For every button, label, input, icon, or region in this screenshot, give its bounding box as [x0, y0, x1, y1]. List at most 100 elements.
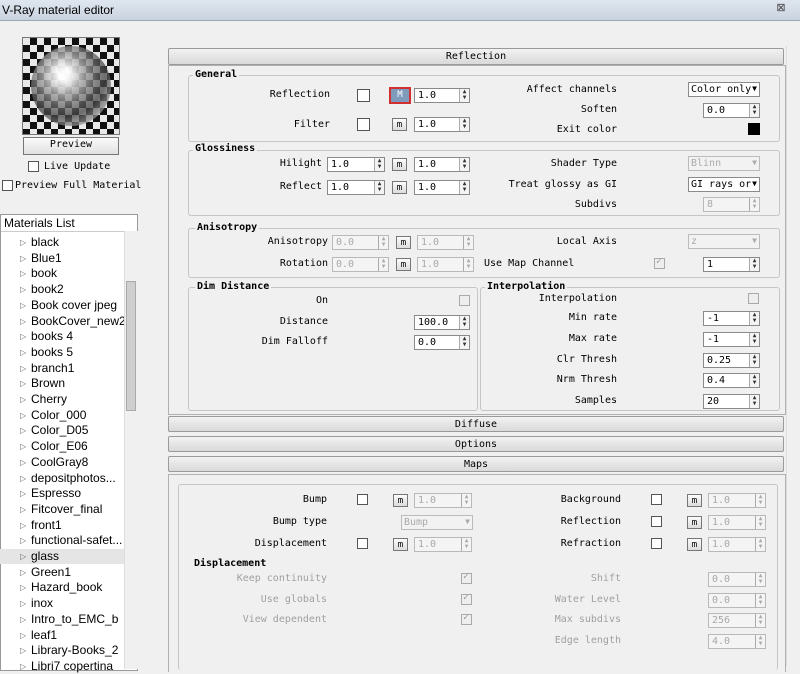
affect-channels-dropdown[interactable]: Color only ▼ [688, 82, 760, 97]
clr-thresh-spinner[interactable]: 0.25 ▲ ▼ [703, 353, 760, 368]
spinner-arrows-icon[interactable]: ▲ ▼ [755, 494, 765, 507]
spinner-arrows-icon[interactable]: ▲ ▼ [755, 538, 765, 551]
expand-arrow-icon[interactable]: ▷ [20, 502, 26, 517]
anisotropy-map-spinner[interactable]: 1.0 ▲ ▼ [417, 235, 474, 250]
expand-arrow-icon[interactable]: ▷ [20, 408, 26, 423]
treat-glossy-dropdown[interactable]: GI rays or ▼ [688, 177, 760, 192]
hilight-map-button[interactable]: m [392, 158, 407, 171]
background-map-button[interactable]: m [687, 494, 702, 507]
expand-arrow-icon[interactable]: ▷ [20, 643, 26, 658]
spinner-arrows-icon[interactable]: ▲ ▼ [463, 236, 473, 249]
bump-map-button[interactable]: m [393, 494, 408, 507]
expand-arrow-icon[interactable]: ▷ [20, 235, 26, 250]
spinner-arrows-icon[interactable]: ▲ ▼ [461, 538, 471, 551]
anisotropy-spinner[interactable]: 0.0 ▲ ▼ [332, 235, 389, 250]
expand-arrow-icon[interactable]: ▷ [20, 423, 26, 438]
spinner-arrows-icon[interactable]: ▲ ▼ [749, 374, 759, 387]
expand-arrow-icon[interactable]: ▷ [20, 533, 26, 548]
expand-arrow-icon[interactable]: ▷ [20, 580, 26, 595]
spinner-arrows-icon[interactable]: ▲ ▼ [378, 258, 388, 271]
filter-checkbox[interactable] [357, 118, 370, 131]
rotation-map-spinner[interactable]: 1.0 ▲ ▼ [417, 257, 474, 272]
min-rate-spinner[interactable]: -1 ▲ ▼ [703, 311, 760, 326]
expand-arrow-icon[interactable]: ▷ [20, 439, 26, 454]
preview-button[interactable]: Preview [23, 137, 119, 155]
map-channel-spinner[interactable]: 1 ▲ ▼ [703, 257, 760, 272]
nrm-thresh-spinner[interactable]: 0.4 ▲ ▼ [703, 373, 760, 388]
expand-arrow-icon[interactable]: ▷ [20, 628, 26, 643]
expand-arrow-icon[interactable]: ▷ [20, 329, 26, 344]
displacement-spinner[interactable]: 1.0 ▲ ▼ [414, 537, 472, 552]
refraction-map-checkbox[interactable] [651, 538, 662, 549]
editor-scrollbar[interactable] [786, 46, 800, 666]
expand-arrow-icon[interactable]: ▷ [20, 392, 26, 407]
expand-arrow-icon[interactable]: ▷ [20, 298, 26, 313]
samples-spinner[interactable]: 20 ▲ ▼ [703, 394, 760, 409]
view-dependent-checkbox[interactable] [461, 612, 472, 625]
refraction-map-button[interactable]: m [687, 538, 702, 551]
water-level-spinner[interactable]: 0.0 ▲ ▼ [708, 593, 766, 608]
spinner-arrows-icon[interactable]: ▲ ▼ [749, 333, 759, 346]
spinner-arrows-icon[interactable]: ▲ ▼ [459, 336, 469, 349]
spinner-arrows-icon[interactable]: ▲ ▼ [459, 316, 469, 329]
bump-spinner[interactable]: 1.0 ▲ ▼ [414, 493, 472, 508]
scrollbar-thumb[interactable] [126, 281, 136, 411]
material-list-item[interactable]: ▷ glass [0, 549, 124, 564]
expand-arrow-icon[interactable]: ▷ [20, 565, 26, 580]
filter-map-button[interactable]: m [392, 118, 407, 131]
local-axis-dropdown[interactable]: z ▼ [688, 234, 760, 249]
spinner-arrows-icon[interactable]: ▲ ▼ [755, 573, 765, 586]
expand-arrow-icon[interactable]: ▷ [20, 612, 26, 627]
expand-arrow-icon[interactable]: ▷ [20, 376, 26, 391]
spinner-arrows-icon[interactable]: ▲ ▼ [755, 614, 765, 627]
spinner-arrows-icon[interactable]: ▲ ▼ [755, 594, 765, 607]
spinner-arrows-icon[interactable]: ▲ ▼ [459, 158, 469, 171]
rollout-diffuse[interactable]: Diffuse [168, 416, 784, 432]
spinner-arrows-icon[interactable]: ▲ ▼ [461, 494, 471, 507]
hilight-spinner[interactable]: 1.0 ▲ ▼ [327, 157, 385, 172]
displacement-checkbox[interactable] [357, 538, 368, 549]
rollout-maps[interactable]: Maps [168, 456, 784, 472]
edge-length-spinner[interactable]: 4.0 ▲ ▼ [708, 634, 766, 649]
expand-arrow-icon[interactable]: ▷ [20, 314, 26, 329]
spinner-arrows-icon[interactable]: ▲ ▼ [374, 158, 384, 171]
expand-arrow-icon[interactable]: ▷ [20, 659, 26, 674]
reflection-map-button[interactable]: M [389, 87, 411, 104]
expand-arrow-icon[interactable]: ▷ [20, 549, 26, 564]
expand-arrow-icon[interactable]: ▷ [20, 266, 26, 281]
background-spinner[interactable]: 1.0 ▲ ▼ [708, 493, 766, 508]
live-update-checkbox[interactable] [28, 161, 39, 172]
spinner-arrows-icon[interactable]: ▲ ▼ [755, 516, 765, 529]
rollout-reflection[interactable]: Reflection [168, 48, 784, 65]
spinner-arrows-icon[interactable]: ▲ ▼ [749, 198, 759, 211]
shift-spinner[interactable]: 0.0 ▲ ▼ [708, 572, 766, 587]
spinner-arrows-icon[interactable]: ▲ ▼ [749, 354, 759, 367]
use-map-channel-checkbox[interactable] [654, 256, 665, 269]
filter-amount-spinner[interactable]: 1.0 ▲ ▼ [414, 117, 470, 132]
anisotropy-map-button[interactable]: m [396, 236, 411, 249]
hilight-map-spinner[interactable]: 1.0 ▲ ▼ [414, 157, 470, 172]
preview-full-material-checkbox[interactable] [2, 180, 13, 191]
reflection-map-checkbox[interactable] [651, 516, 662, 527]
dim-on-checkbox[interactable] [459, 295, 470, 306]
use-globals-checkbox[interactable] [461, 592, 472, 605]
reflect-spinner[interactable]: 1.0 ▲ ▼ [327, 180, 385, 195]
expand-arrow-icon[interactable]: ▷ [20, 455, 26, 470]
soften-spinner[interactable]: 0.0 ▲ ▼ [703, 103, 760, 118]
reflection-checkbox[interactable] [357, 89, 370, 102]
spinner-arrows-icon[interactable]: ▲ ▼ [463, 258, 473, 271]
keep-continuity-checkbox[interactable] [461, 571, 472, 584]
refraction-map-spinner[interactable]: 1.0 ▲ ▼ [708, 537, 766, 552]
reflection-amount-spinner[interactable]: 1.0 ▲ ▼ [414, 88, 470, 103]
subdivs-spinner[interactable]: 8 ▲ ▼ [703, 197, 760, 212]
interpolation-checkbox[interactable] [748, 293, 759, 304]
rotation-map-button[interactable]: m [396, 258, 411, 271]
bump-checkbox[interactable] [357, 494, 368, 505]
spinner-arrows-icon[interactable]: ▲ ▼ [459, 181, 469, 194]
reflection-map-slot-button[interactable]: m [687, 516, 702, 529]
expand-arrow-icon[interactable]: ▷ [20, 518, 26, 533]
spinner-arrows-icon[interactable]: ▲ ▼ [749, 258, 759, 271]
max-rate-spinner[interactable]: -1 ▲ ▼ [703, 332, 760, 347]
expand-arrow-icon[interactable]: ▷ [20, 345, 26, 360]
dim-falloff-spinner[interactable]: 0.0 ▲ ▼ [414, 335, 470, 350]
